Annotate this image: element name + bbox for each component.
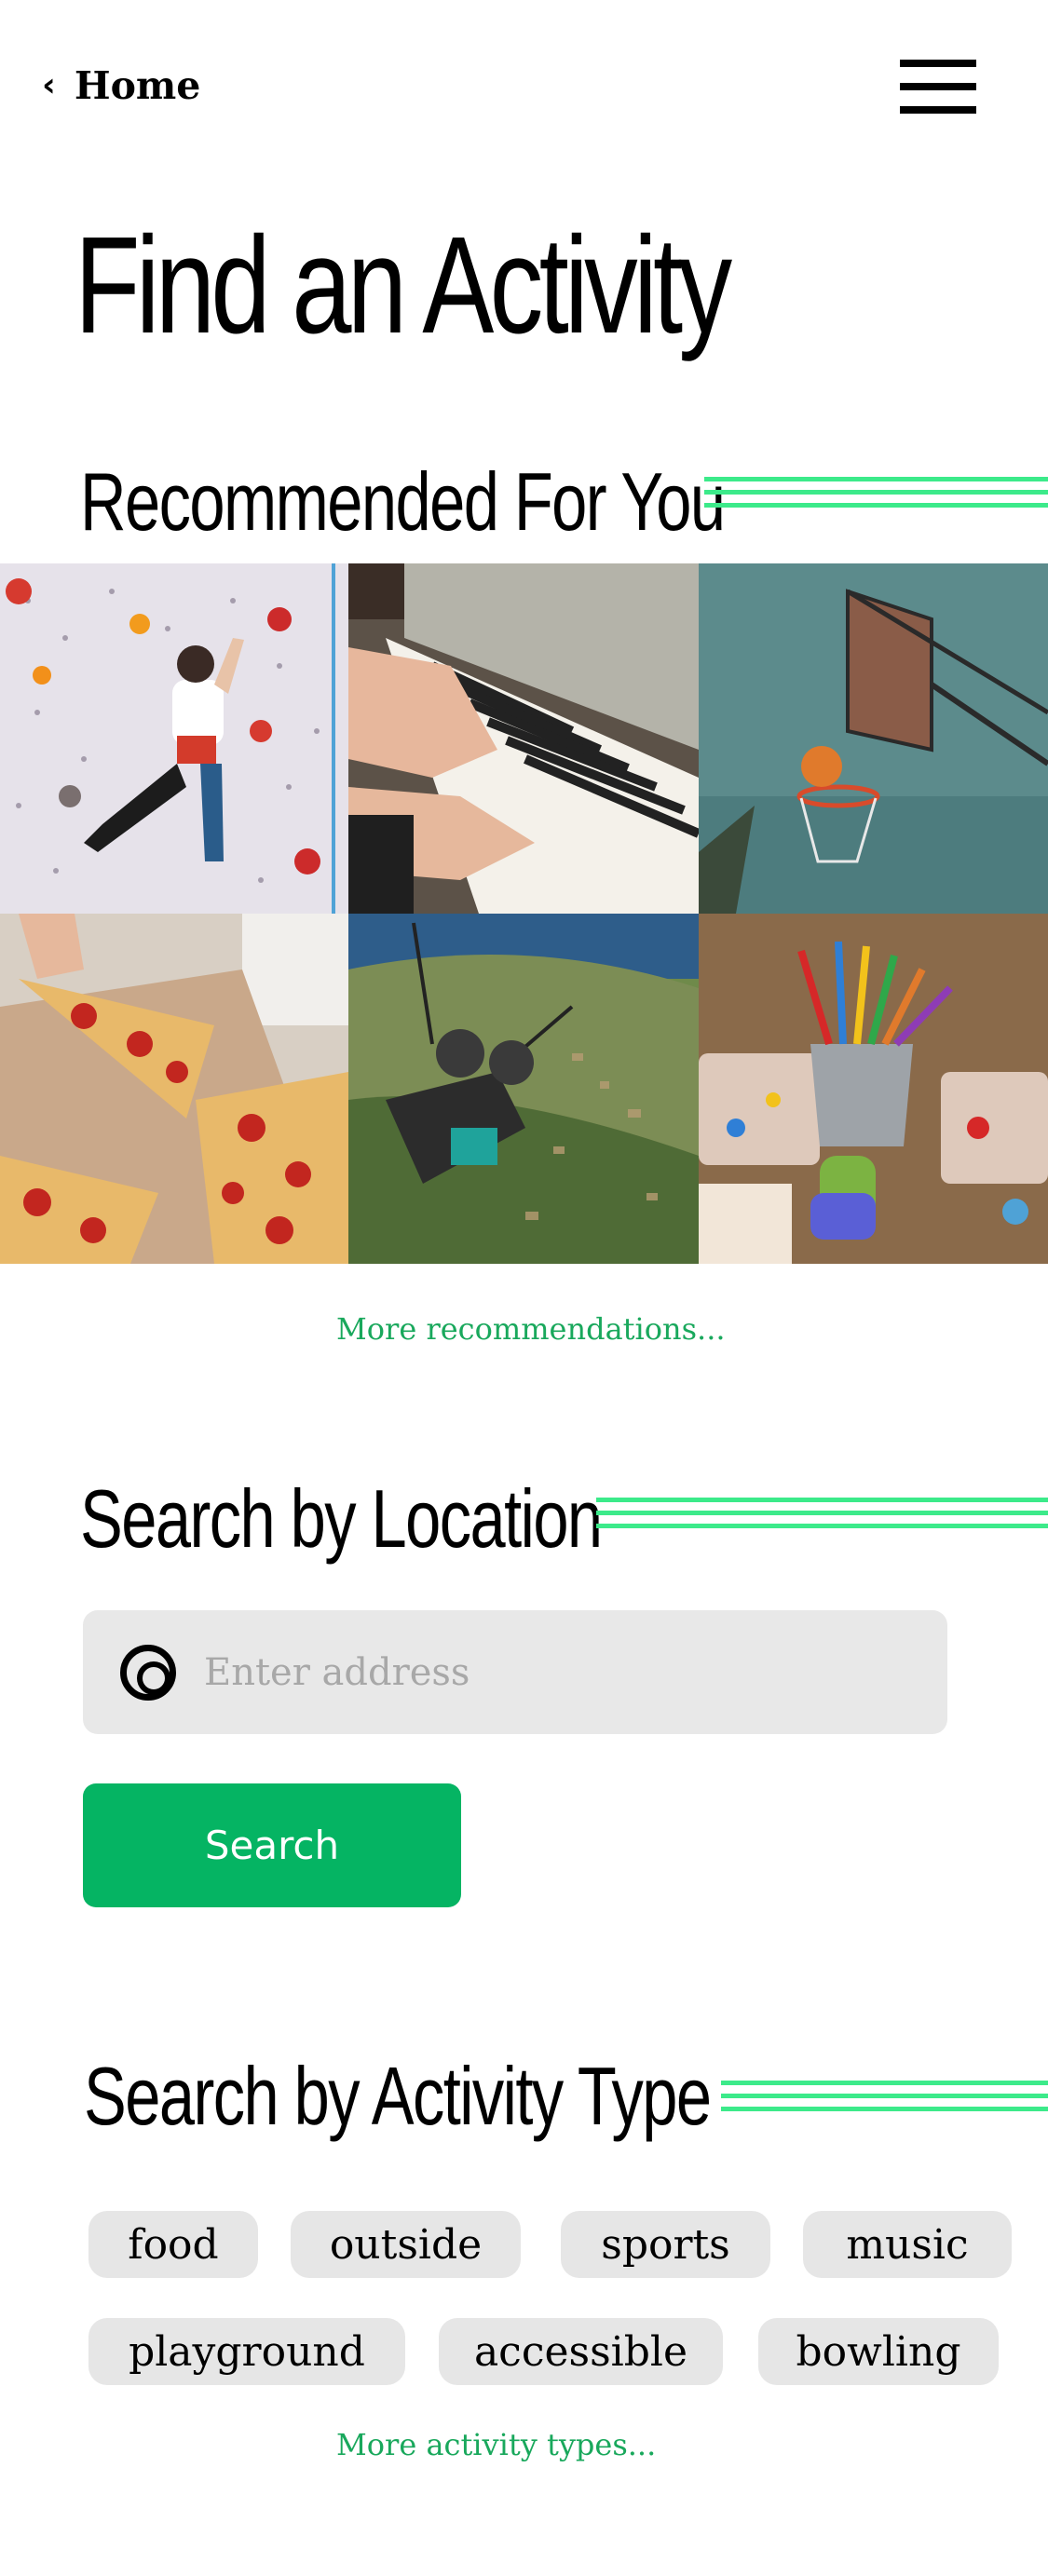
paragliding-image[interactable] <box>348 914 699 1264</box>
search-button[interactable]: Search <box>83 1783 461 1907</box>
recommended-heading: Recommended For You <box>80 455 726 548</box>
chip-accessible[interactable]: accessible <box>439 2318 723 2385</box>
back-button[interactable]: ‹ Home <box>42 63 200 108</box>
more-activity-types-link[interactable]: More activity types... <box>336 2427 656 2462</box>
piano-keys-image[interactable] <box>348 563 699 914</box>
chip-sports[interactable]: sports <box>561 2211 770 2278</box>
chevron-left-icon: ‹ <box>42 66 56 104</box>
climbing-wall-image[interactable] <box>0 563 348 914</box>
art-supplies-image[interactable] <box>699 914 1048 1264</box>
heading-stripes <box>721 2081 1048 2118</box>
chip-food[interactable]: food <box>88 2211 258 2278</box>
heading-stripes <box>704 477 1048 514</box>
location-heading: Search by Location <box>80 1472 603 1565</box>
chip-playground[interactable]: playground <box>88 2318 405 2385</box>
recommended-section-header: Recommended For You <box>0 454 1048 548</box>
activity-type-section-header: Search by Activity Type <box>0 2049 1048 2142</box>
page-title: Find an Activity <box>75 209 732 362</box>
back-label: Home <box>74 63 201 108</box>
chip-music[interactable]: music <box>803 2211 1012 2278</box>
recommendations-grid <box>0 563 1048 1264</box>
location-section-header: Search by Location <box>0 1471 1048 1565</box>
heading-stripes <box>596 1498 1048 1535</box>
top-bar: ‹ Home <box>0 0 1048 186</box>
basketball-hoop-image[interactable] <box>699 563 1048 914</box>
chip-outside[interactable]: outside <box>291 2211 521 2278</box>
hamburger-menu-icon[interactable] <box>900 58 976 115</box>
pizza-image[interactable] <box>0 914 348 1264</box>
more-recommendations-link[interactable]: More recommendations... <box>336 1311 726 1347</box>
address-input[interactable] <box>204 1610 931 1734</box>
address-field[interactable] <box>83 1610 947 1734</box>
chip-bowling[interactable]: bowling <box>758 2318 999 2385</box>
activity-type-heading: Search by Activity Type <box>84 2050 712 2142</box>
location-target-icon <box>120 1645 176 1701</box>
